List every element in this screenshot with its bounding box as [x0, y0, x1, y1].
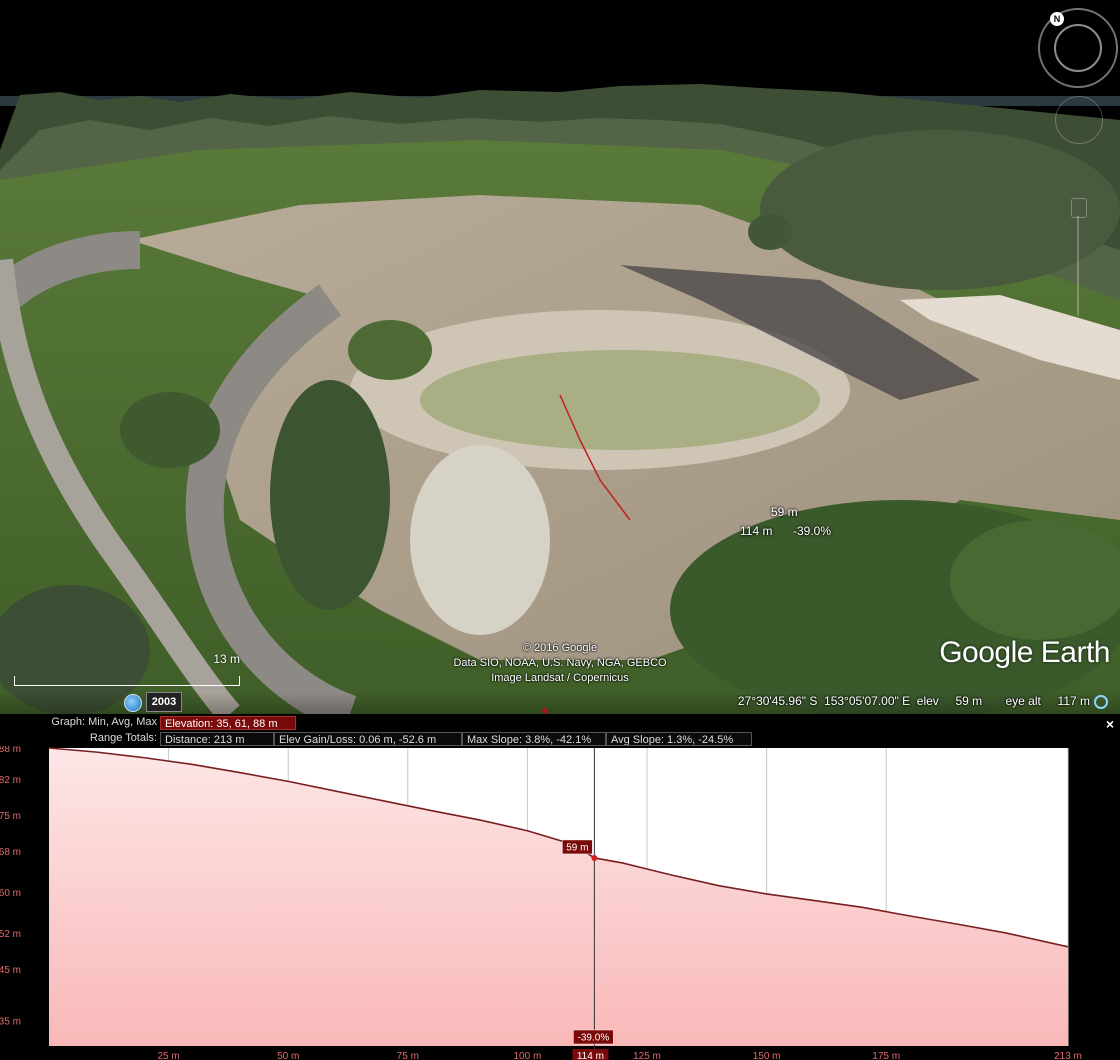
scale-label: 13 m	[213, 652, 240, 666]
attribution-line-3: Image Landsat / Copernicus	[491, 672, 629, 684]
cursor-elevation-label: 59 m	[566, 842, 588, 853]
compass-ring-icon[interactable]	[1054, 24, 1102, 72]
3d-viewport[interactable]: 59 m 114 m -39.0% © 2016 Google Data SIO…	[0, 0, 1120, 714]
x-tick-label: 213 m	[1054, 1051, 1082, 1060]
y-tick-label: 68 m	[0, 847, 21, 858]
range-elev-gain-loss: Elev Gain/Loss: 0.06 m, -52.6 m	[274, 732, 462, 746]
x-tick-label: 100 m	[514, 1051, 542, 1060]
historical-imagery-year[interactable]: 2003	[146, 692, 182, 712]
cursor-slope-readout: -39.0%	[793, 524, 832, 538]
y-tick-label: 52 m	[0, 929, 21, 940]
scale-bar: 13 m	[14, 652, 240, 686]
y-tick-label: 45 m	[0, 965, 21, 976]
streaming-status-icon	[1094, 695, 1108, 709]
look-control-icon[interactable]	[1055, 96, 1103, 144]
graph-elevation-value[interactable]: Elevation: 35, 61, 88 m	[160, 716, 296, 730]
zoom-slider-knob[interactable]	[1071, 198, 1087, 218]
range-totals-label: Range Totals:	[89, 732, 157, 744]
profile-cursor-point	[591, 854, 598, 861]
range-avg-slope: Avg Slope: 1.3%, -24.5%	[606, 732, 752, 746]
status-elevation: 59 m	[955, 694, 983, 708]
imagery-attribution: © 2016 Google Data SIO, NOAA, U.S. Navy,…	[420, 641, 700, 686]
elevation-profile-panel: Graph: Min, Avg, Max Elevation: 35, 61, …	[0, 714, 1120, 1060]
x-tick-label: 25 m	[157, 1051, 179, 1060]
cursor-distance-label: 114 m	[577, 1051, 604, 1060]
status-latitude: 27°30'45.96" S	[737, 694, 818, 708]
status-eye-altitude: 117 m	[1057, 694, 1090, 708]
status-longitude: 153°05'07.00" E	[824, 694, 911, 708]
y-tick-label: 35 m	[0, 1016, 21, 1027]
zoom-slider-track[interactable]	[1077, 216, 1079, 316]
cursor-slope-label: -39.0%	[578, 1033, 610, 1044]
graph-label: Graph: Min, Avg, Max	[51, 716, 157, 728]
elevation-chart[interactable]: 59 m -39.0% 88 m 82 m 75 m 68 m 60 m 52 m 45 m 35…	[0, 746, 1120, 1060]
x-tick-label: 50 m	[277, 1051, 299, 1060]
status-coordinates: 27°30'45.96" S 153°05'07.00" E elev 59 m…	[738, 694, 1090, 708]
x-tick-label: 150 m	[753, 1051, 781, 1060]
google-earth-window: 59 m 114 m -39.0% © 2016 Google Data SIO…	[0, 0, 1120, 1060]
google-earth-logo: Google Earth	[939, 636, 1110, 669]
range-max-slope: Max Slope: 3.8%, -42.1%	[462, 732, 606, 746]
range-distance: Distance: 213 m	[160, 732, 274, 746]
attribution-line-1: © 2016 Google	[522, 642, 598, 654]
x-tick-label: 175 m	[872, 1051, 900, 1060]
attribution-line-2: Data SIO, NOAA, U.S. Navy, NGA, GEBCO	[453, 657, 667, 669]
y-tick-label: 60 m	[0, 888, 21, 899]
status-elev-label: elev	[916, 694, 939, 708]
terrain-scene	[0, 0, 1120, 714]
navigation-compass[interactable]: N	[1038, 8, 1118, 88]
y-tick-label: 75 m	[0, 811, 21, 822]
y-tick-label: 82 m	[0, 775, 21, 786]
status-eye-alt-label: eye alt	[1005, 694, 1041, 708]
zoom-slider[interactable]	[1071, 198, 1087, 316]
close-profile-button[interactable]: ×	[1106, 716, 1114, 732]
x-tick-label: 75 m	[397, 1051, 419, 1060]
cursor-distance-readout: 114 m	[740, 524, 773, 538]
y-tick-label: 88 m	[0, 746, 21, 755]
cursor-elevation-readout: 59 m	[771, 505, 798, 519]
x-tick-label: 125 m	[633, 1051, 661, 1060]
historical-imagery-icon[interactable]	[124, 694, 142, 712]
north-indicator-icon[interactable]: N	[1050, 12, 1064, 26]
